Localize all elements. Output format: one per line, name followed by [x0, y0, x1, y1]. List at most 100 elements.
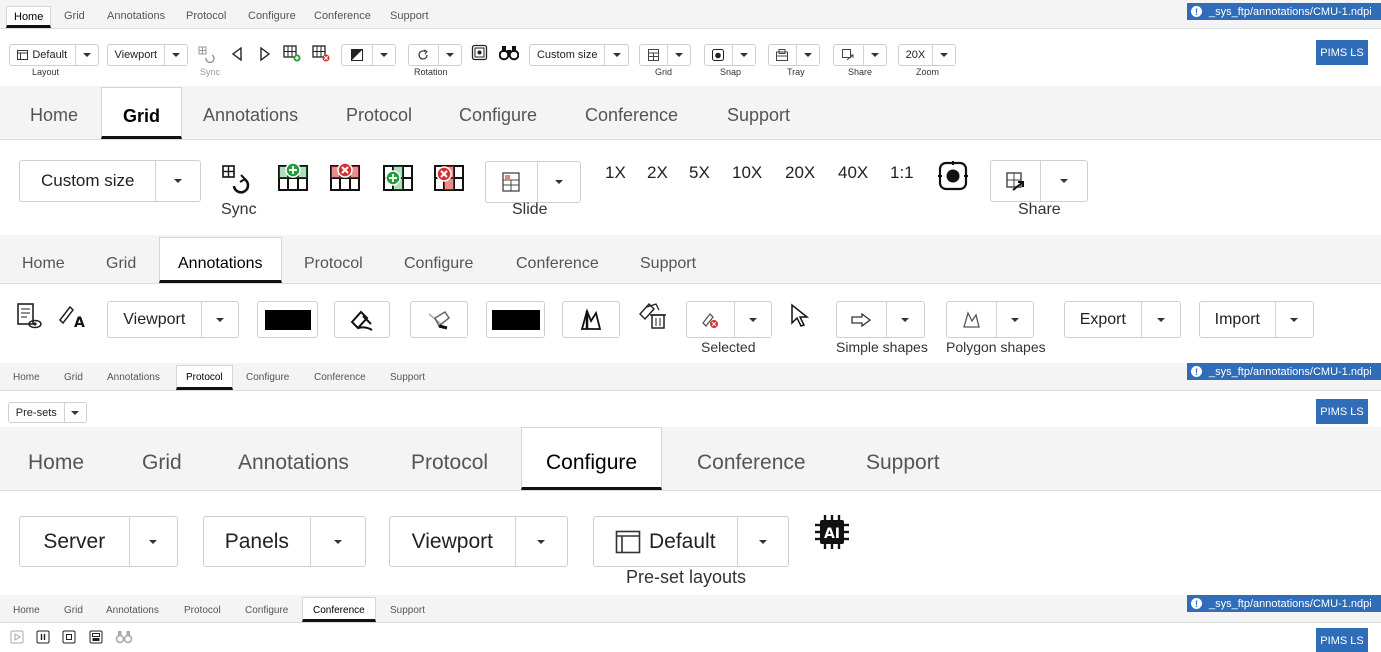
tab-protocol[interactable]: Protocol [304, 255, 363, 273]
delete-annotations-icon[interactable] [636, 301, 670, 331]
pen-text-icon[interactable]: A [56, 301, 90, 331]
tray-dropdown[interactable] [768, 44, 820, 66]
tab-annotations[interactable]: Annotations [107, 372, 160, 383]
snap-dropdown[interactable] [704, 44, 756, 66]
add-column-icon[interactable] [380, 160, 416, 194]
zoom-dropdown[interactable]: 20X [898, 44, 956, 66]
zoom-1-to-1[interactable]: 1:1 [890, 163, 914, 183]
tab-conference[interactable]: Conference [585, 105, 678, 126]
tab-home[interactable]: Home [22, 255, 65, 273]
tab-home[interactable]: Home [13, 372, 40, 383]
add-row-icon[interactable] [275, 160, 311, 194]
fill-color-button[interactable] [257, 301, 318, 338]
pims-button[interactable]: PIMS LS [1316, 399, 1368, 424]
pointer-icon[interactable] [788, 301, 810, 331]
default-layout-dropdown[interactable]: Default [593, 516, 789, 567]
tab-support[interactable]: Support [866, 451, 940, 475]
tab-annotations[interactable]: Annotations [159, 237, 282, 283]
tab-configure[interactable]: Configure [521, 427, 663, 490]
size-dropdown[interactable]: Custom size [19, 160, 201, 202]
grid-add-icon[interactable] [281, 42, 303, 64]
tab-home[interactable]: Home [13, 605, 40, 616]
stop-icon[interactable] [61, 629, 77, 645]
pims-button[interactable]: PIMS LS [1316, 40, 1368, 65]
rotation-dropdown[interactable] [408, 44, 462, 66]
tab-conference[interactable]: Conference [314, 10, 371, 22]
file-path-badge[interactable]: ! _sys_ftp/annotations/CMU-1.ndpi [1187, 3, 1381, 20]
tab-protocol[interactable]: Protocol [346, 105, 412, 126]
remove-row-icon[interactable] [327, 160, 363, 194]
freehand-button[interactable] [562, 301, 620, 338]
share-dropdown[interactable] [833, 44, 887, 66]
panels-dropdown[interactable]: Panels [203, 516, 366, 567]
viewport-dropdown[interactable]: Viewport [107, 44, 188, 66]
tab-grid[interactable]: Grid [101, 87, 183, 139]
simple-shapes-dropdown[interactable] [836, 301, 925, 338]
tab-grid[interactable]: Grid [64, 372, 83, 383]
stroke-color-button[interactable] [486, 301, 545, 338]
tab-grid[interactable]: Grid [106, 255, 136, 273]
file-path-badge[interactable]: ! _sys_ftp/annotations/CMU-1.ndpi [1187, 595, 1381, 612]
tab-support[interactable]: Support [640, 255, 696, 273]
viewport-dropdown[interactable]: Viewport [389, 516, 568, 567]
share-dropdown[interactable] [990, 160, 1088, 202]
remove-column-icon[interactable] [431, 160, 467, 194]
tab-configure[interactable]: Configure [404, 255, 473, 273]
binoculars-icon[interactable] [115, 629, 133, 645]
import-dropdown[interactable]: Import [1199, 301, 1314, 338]
binoculars-icon[interactable] [498, 42, 520, 64]
tab-annotations[interactable]: Annotations [203, 105, 298, 126]
sync-icon[interactable] [196, 44, 216, 64]
zoom-40x[interactable]: 40X [838, 163, 868, 183]
tab-configure[interactable]: Configure [245, 605, 288, 616]
grid-remove-icon[interactable] [310, 42, 332, 64]
tab-support[interactable]: Support [727, 105, 790, 126]
tab-configure[interactable]: Configure [246, 372, 289, 383]
tab-home[interactable]: Home [6, 6, 52, 28]
zoom-5x[interactable]: 5X [689, 163, 710, 183]
tab-protocol[interactable]: Protocol [184, 605, 221, 616]
pause-icon[interactable] [35, 629, 51, 645]
tab-home[interactable]: Home [30, 105, 78, 126]
annotation-list-icon[interactable] [14, 301, 44, 331]
tab-protocol[interactable]: Protocol [176, 365, 233, 390]
tab-support[interactable]: Support [390, 10, 429, 22]
sync-icon[interactable] [219, 162, 255, 196]
previous-icon[interactable] [228, 44, 246, 64]
tab-support[interactable]: Support [390, 605, 425, 616]
tab-protocol[interactable]: Protocol [411, 451, 488, 475]
polygon-shapes-dropdown[interactable] [946, 301, 1034, 338]
tab-annotations[interactable]: Annotations [238, 451, 349, 475]
grid-dropdown[interactable] [639, 44, 691, 66]
presets-dropdown[interactable]: Pre-sets [8, 402, 87, 423]
tab-annotations[interactable]: Annotations [106, 605, 159, 616]
record-icon[interactable] [88, 629, 104, 645]
tab-grid[interactable]: Grid [64, 605, 83, 616]
contrast-dropdown[interactable] [341, 44, 396, 66]
tab-grid[interactable]: Grid [64, 10, 85, 22]
tab-support[interactable]: Support [390, 372, 425, 383]
zoom-10x[interactable]: 10X [732, 163, 762, 183]
size-dropdown[interactable]: Custom size [529, 44, 629, 66]
ai-chip-icon[interactable]: AI [812, 512, 852, 552]
slide-dropdown[interactable] [485, 161, 581, 203]
tab-annotations[interactable]: Annotations [107, 10, 165, 22]
outline-tool-button[interactable] [334, 301, 390, 338]
tab-configure[interactable]: Configure [459, 105, 537, 126]
zoom-2x[interactable]: 2X [647, 163, 668, 183]
tab-home[interactable]: Home [28, 451, 84, 475]
viewport-dropdown[interactable]: Viewport [107, 301, 239, 338]
camera-icon[interactable] [936, 159, 970, 193]
zoom-20x[interactable]: 20X [785, 163, 815, 183]
tab-conference[interactable]: Conference [302, 597, 376, 622]
pen-width-button[interactable] [410, 301, 468, 338]
layout-dropdown[interactable]: Default [9, 44, 99, 66]
export-dropdown[interactable]: Export [1064, 301, 1181, 338]
next-icon[interactable] [256, 44, 274, 64]
tab-conference[interactable]: Conference [516, 255, 599, 273]
tab-conference[interactable]: Conference [697, 451, 806, 475]
tab-conference[interactable]: Conference [314, 372, 366, 383]
server-dropdown[interactable]: Server [19, 516, 178, 567]
zoom-1x[interactable]: 1X [605, 163, 626, 183]
pims-button[interactable]: PIMS LS [1316, 628, 1368, 652]
